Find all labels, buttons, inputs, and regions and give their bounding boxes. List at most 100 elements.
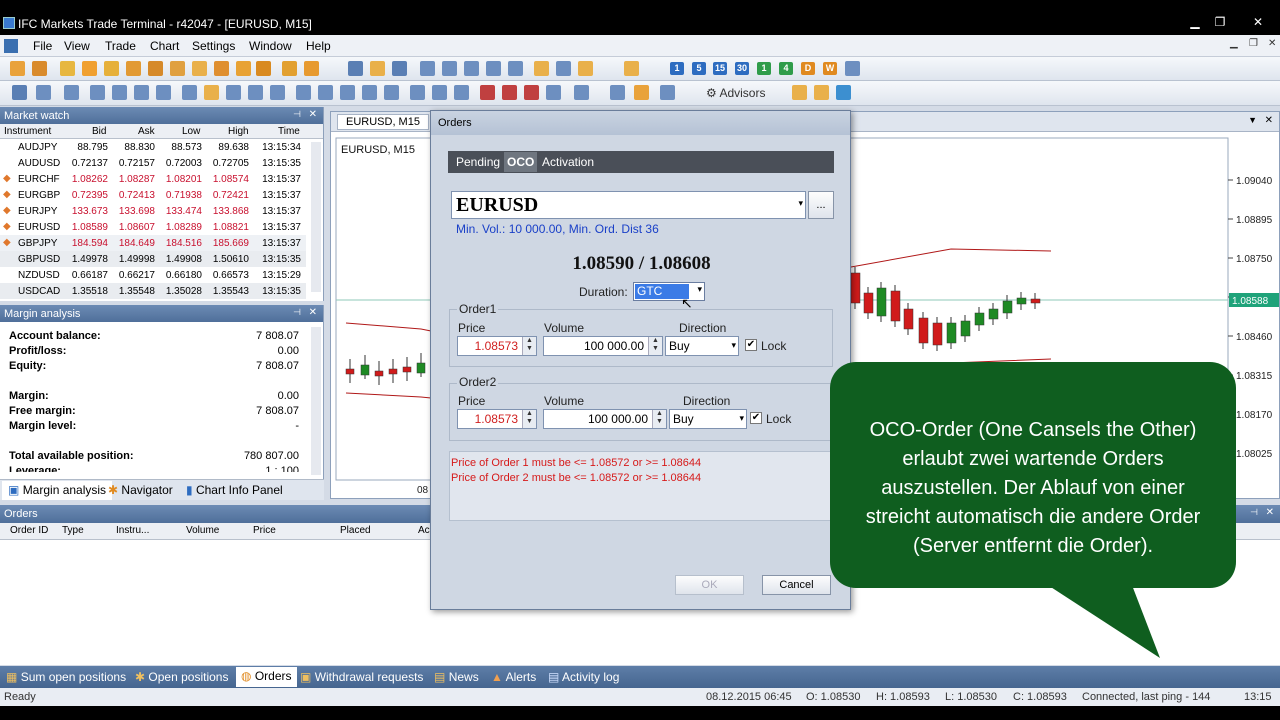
market-watch-row[interactable]: USDCAD 1.35518 1.35548 1.35028 1.35543 13:15:…: [0, 283, 306, 299]
order1-direction-select[interactable]: Buy ▾: [665, 336, 739, 356]
shape3-icon[interactable]: [454, 85, 469, 100]
arrow-icon[interactable]: [574, 85, 589, 100]
period-m15[interactable]: 15: [713, 62, 727, 75]
margin-scrollbar[interactable]: [311, 327, 321, 475]
col-low[interactable]: Low: [182, 126, 200, 137]
unlock-icon[interactable]: [304, 61, 319, 76]
menu-file[interactable]: File: [33, 39, 52, 53]
symbol-select[interactable]: EURUSD ▾: [451, 191, 806, 219]
menu-settings[interactable]: Settings: [192, 39, 235, 53]
period-m5[interactable]: 5: [692, 62, 706, 75]
tab-activation[interactable]: Activation: [542, 155, 594, 169]
col-order-id[interactable]: Order ID: [10, 525, 48, 536]
ok-button[interactable]: OK: [675, 575, 744, 595]
tab-sum-open-positions[interactable]: ▦ Sum open positions: [6, 670, 126, 684]
script1-icon[interactable]: [792, 85, 807, 100]
period-h4[interactable]: 4: [779, 62, 793, 75]
fibo1-icon[interactable]: [182, 85, 197, 100]
order1-volume-input[interactable]: 100 000.00: [543, 336, 663, 356]
panel-close-icon[interactable]: ✕: [1266, 507, 1274, 518]
chart-tool3-icon[interactable]: [392, 61, 407, 76]
tab-alerts[interactable]: ▲ Alerts: [491, 670, 536, 684]
col-instrument[interactable]: Instrument: [4, 126, 51, 137]
tab-orders[interactable]: ◍ Orders: [236, 667, 297, 687]
market-watch-row[interactable]: ◆ EURUSD 1.08589 1.08607 1.08289 1.08821 13:15…: [0, 219, 306, 235]
zoom-out-icon[interactable]: [442, 61, 457, 76]
ellipse-icon[interactable]: [524, 85, 539, 100]
panel-close-icon[interactable]: ✕: [309, 307, 317, 318]
chart-tool5-icon[interactable]: [486, 61, 501, 76]
period-mn-icon[interactable]: [845, 61, 860, 76]
tool4-icon[interactable]: [214, 61, 229, 76]
mdi-restore-icon[interactable]: ❐: [1249, 38, 1258, 49]
col-bid[interactable]: Bid: [92, 126, 106, 137]
tab-margin-analysis[interactable]: ▣ Margin analysis: [2, 481, 113, 500]
close-icon[interactable]: ✕: [1250, 15, 1266, 29]
order2-volume-input[interactable]: 100 000.00: [543, 409, 667, 429]
dropdown-icon[interactable]: ▾: [739, 413, 744, 424]
chart-tab[interactable]: EURUSD, M15: [337, 114, 429, 130]
minimize-icon[interactable]: ▁: [1187, 15, 1203, 29]
tool5-icon[interactable]: [236, 61, 251, 76]
market-watch-row[interactable]: ◆ EURJPY 133.673 133.698 133.474 133.868 13:15…: [0, 203, 306, 219]
delete-icon[interactable]: [660, 85, 675, 100]
chart-tool7-icon[interactable]: [534, 61, 549, 76]
crosshair-icon[interactable]: [36, 85, 51, 100]
tab-withdrawal-requests[interactable]: ▣ Withdrawal requests: [300, 670, 423, 684]
menu-help[interactable]: Help: [306, 39, 331, 53]
cursor-icon[interactable]: [12, 85, 27, 100]
chart-tool8-icon[interactable]: [556, 61, 571, 76]
menu-chart[interactable]: Chart: [150, 39, 179, 53]
order1-price-stepper[interactable]: ▲ ▼: [522, 337, 536, 355]
dropdown-icon[interactable]: ▾: [697, 284, 702, 295]
market-watch-row[interactable]: GBPUSD 1.49978 1.49998 1.49908 1.50610 13:15:…: [0, 251, 306, 267]
tab-news[interactable]: ▤ News: [434, 670, 479, 684]
period-m1[interactable]: 1: [670, 62, 684, 75]
tab-pending[interactable]: Pending: [456, 155, 500, 169]
shape2-icon[interactable]: [432, 85, 447, 100]
tool6-icon[interactable]: [256, 61, 271, 76]
chart-tool1-icon[interactable]: [348, 61, 363, 76]
chart-tool2-icon[interactable]: [370, 61, 385, 76]
col-volume[interactable]: Volume: [186, 525, 219, 536]
col-high[interactable]: High: [228, 126, 249, 137]
zoom-in-icon[interactable]: [420, 61, 435, 76]
channel-icon[interactable]: [156, 85, 171, 100]
hline-icon[interactable]: [112, 85, 127, 100]
rect-icon[interactable]: [480, 85, 495, 100]
market-watch-row[interactable]: ◆ EURCHF 1.08262 1.08287 1.08201 1.08574 13:15…: [0, 171, 306, 187]
close-position-icon[interactable]: [32, 61, 47, 76]
market-watch-row[interactable]: NZDUSD 0.66187 0.66217 0.66180 0.66573 13:15:…: [0, 267, 306, 283]
tab-navigator[interactable]: ✱ Navigator: [108, 483, 173, 497]
doc-icon[interactable]: [4, 39, 18, 53]
chart-tool4-icon[interactable]: [464, 61, 479, 76]
market-watch-scrollbar[interactable]: [311, 142, 321, 292]
tab-activity-log[interactable]: ▤ Activity log: [548, 670, 619, 684]
order2-lock-checkbox[interactable]: ✔: [750, 412, 762, 424]
shape1-icon[interactable]: [410, 85, 425, 100]
menu-trade[interactable]: Trade: [105, 39, 136, 53]
tab-chart-info[interactable]: ▮ Chart Info Panel: [186, 483, 283, 497]
cancel-button[interactable]: Cancel: [762, 575, 831, 595]
script3-icon[interactable]: [836, 85, 851, 100]
portfolio-icon[interactable]: [82, 61, 97, 76]
col-instrument[interactable]: Instru...: [116, 525, 149, 536]
col-price[interactable]: Price: [253, 525, 276, 536]
market-watch-row[interactable]: ◆ GBPJPY 184.594 184.649 184.516 185.669 13:15…: [0, 235, 306, 251]
advisors-button[interactable]: ⚙ Advisors: [706, 86, 765, 100]
gann2-icon[interactable]: [318, 85, 333, 100]
menu-window[interactable]: Window: [249, 39, 292, 53]
more-button[interactable]: ...: [808, 191, 834, 219]
mdi-minimize-icon[interactable]: ▁: [1230, 38, 1238, 49]
lock-icon[interactable]: [282, 61, 297, 76]
market-watch-row[interactable]: ◆ EURGBP 0.72395 0.72413 0.71938 0.72421 13:15…: [0, 187, 306, 203]
history-icon[interactable]: [104, 61, 119, 76]
gann1-icon[interactable]: [296, 85, 311, 100]
tab-open-positions[interactable]: ✱ Open positions: [135, 670, 228, 684]
period-d1[interactable]: D: [801, 62, 815, 75]
fibo2-icon[interactable]: [204, 85, 219, 100]
period-h1[interactable]: 1: [757, 62, 771, 75]
panel-close-icon[interactable]: ✕: [309, 109, 317, 120]
fibo5-icon[interactable]: [270, 85, 285, 100]
script2-icon[interactable]: [814, 85, 829, 100]
